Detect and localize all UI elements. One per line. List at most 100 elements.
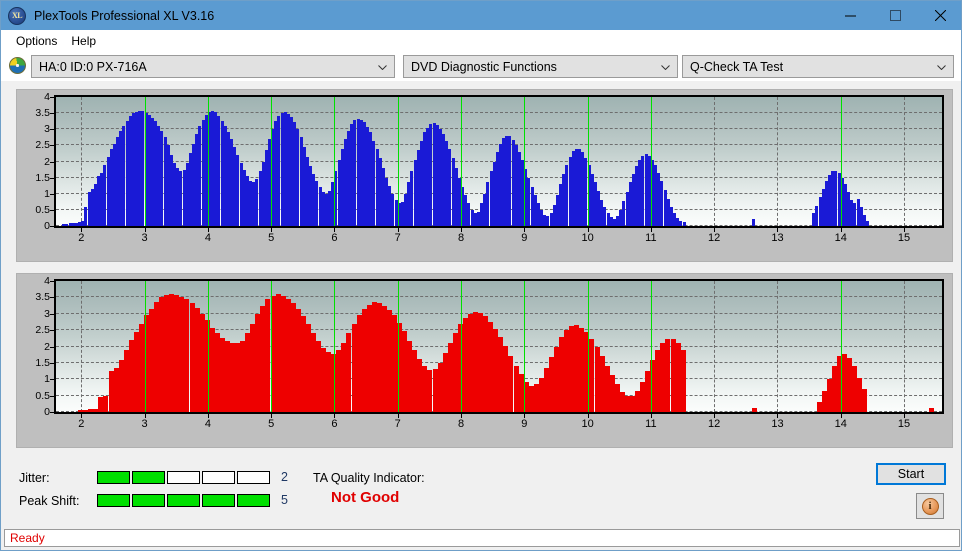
menu-bar: Options Help — [1, 30, 961, 52]
maximize-button[interactable] — [873, 1, 918, 30]
marker-line — [524, 97, 526, 226]
x-axis-tick-label: 5 — [268, 418, 275, 430]
marker-line — [524, 281, 526, 412]
chart-bar — [665, 339, 670, 412]
y-axis-tick-label: 0.5 — [35, 389, 50, 402]
chart-bar — [584, 158, 587, 226]
marker-line — [271, 281, 273, 412]
chart-bar — [834, 170, 837, 226]
chart-panel-top: 0 0.5 1 1.5 2 2.5 3 3.5 4 2 3 4 5 6 7 8 9 10 11 12 13 14 15 — [16, 89, 953, 262]
menu-item-options[interactable]: Options — [9, 32, 64, 50]
menu-item-help[interactable]: Help — [64, 32, 103, 50]
chart-bar — [752, 218, 755, 226]
meter-segment — [202, 494, 235, 507]
x-axis-tick — [650, 228, 652, 232]
y-axis-tick-label: 2.5 — [35, 324, 50, 337]
x-axis-tick — [397, 414, 399, 418]
chart-bar — [236, 155, 239, 226]
chart-bar — [679, 221, 682, 226]
x-axis-tick-label: 11 — [645, 418, 657, 430]
y-axis-tick — [50, 161, 54, 163]
y-axis-tick — [50, 412, 54, 413]
y-axis-tick-label: 3 — [44, 307, 50, 320]
x-axis-tick — [777, 228, 779, 232]
x-axis-tick — [840, 414, 842, 418]
meter-segment — [237, 494, 270, 507]
x-axis-tick-label: 2 — [78, 418, 85, 430]
chart-bar — [508, 136, 511, 226]
x-axis-tick — [587, 414, 589, 418]
y-axis-tick — [50, 362, 54, 364]
gridline-vertical — [777, 97, 779, 226]
test-select[interactable]: Q-Check TA Test — [682, 55, 954, 78]
function-select[interactable]: DVD Diagnostic Functions — [403, 55, 678, 78]
chart-bar — [622, 200, 625, 226]
x-axis-tick-label: 14 — [834, 418, 847, 430]
chart-bar — [527, 177, 530, 226]
x-axis-tick-label: 10 — [581, 418, 594, 430]
x-axis-tick-label: 4 — [204, 418, 211, 430]
peak-shift-meter — [97, 494, 272, 507]
status-bar: Ready — [4, 529, 960, 547]
meter-segment — [237, 471, 270, 484]
chart-bar — [141, 111, 144, 226]
chevron-down-icon — [937, 64, 946, 70]
x-axis-tick-label: 10 — [581, 232, 594, 244]
x-axis-tick-label: 2 — [78, 232, 85, 244]
x-axis-tick — [840, 228, 842, 232]
chart-bar — [603, 207, 606, 226]
gridline-vertical — [714, 97, 716, 226]
y-axis-tick-label: 0.5 — [35, 203, 50, 216]
chart-bar — [84, 206, 87, 226]
chart-bar — [346, 333, 351, 412]
y-axis-tick-label: 3 — [44, 123, 50, 136]
x-axis-tick — [461, 414, 463, 418]
x-axis-tick — [714, 414, 716, 418]
ta-test-chart-red: 0 0.5 1 1.5 2 2.5 3 3.5 4 2 3 4 5 6 7 8 9 10 11 12 13 14 15 — [17, 274, 952, 447]
chart-bar — [683, 222, 686, 226]
chart-bar — [103, 395, 108, 412]
gridline-horizontal — [56, 280, 942, 281]
x-axis-tick-label: 6 — [331, 418, 338, 430]
minimize-button[interactable] — [828, 1, 873, 30]
y-axis-tick-label: 1 — [44, 187, 50, 200]
x-axis-tick — [461, 228, 463, 232]
x-axis-tick — [334, 228, 336, 232]
close-button[interactable] — [918, 1, 961, 30]
drive-select[interactable]: HA:0 ID:0 PX-716A — [31, 55, 395, 78]
x-axis-tick — [271, 414, 273, 418]
jitter-value: 2 — [281, 470, 288, 484]
x-axis-tick — [524, 228, 526, 232]
meter-segment — [202, 471, 235, 484]
y-axis-tick — [50, 97, 54, 98]
meter-segment — [97, 494, 130, 507]
info-button[interactable]: i — [916, 493, 944, 519]
x-axis-tick — [271, 228, 273, 232]
gridline-vertical — [81, 281, 83, 412]
function-select-value: DVD Diagnostic Functions — [411, 59, 557, 74]
ta-quality-indicator-label: TA Quality Indicator: — [313, 471, 425, 485]
chart-bar — [277, 116, 280, 226]
chart-bar — [160, 130, 163, 226]
chart-bar — [198, 126, 201, 226]
marker-line — [334, 97, 336, 226]
chart-bar — [467, 203, 470, 226]
y-axis-tick-label: 2 — [44, 340, 50, 353]
marker-line — [650, 281, 652, 412]
x-axis-tick-label: 15 — [897, 232, 911, 244]
gridline-vertical — [904, 97, 906, 226]
disc-icon — [9, 57, 26, 74]
marker-line — [397, 281, 399, 412]
y-axis-tick — [50, 346, 54, 348]
x-axis-tick-label: 7 — [394, 232, 401, 244]
y-axis-tick-label: 3.5 — [35, 291, 50, 304]
start-button[interactable]: Start — [876, 463, 946, 485]
y-axis-tick-label: 0 — [44, 220, 50, 232]
y-axis-tick-label: 2.5 — [35, 139, 50, 152]
meter-segment — [132, 494, 165, 507]
y-axis-tick — [50, 145, 54, 147]
chart-bar — [815, 206, 818, 226]
plot-area — [54, 95, 944, 228]
y-axis-tick-label: 2 — [44, 155, 50, 168]
x-axis-tick-label: 13 — [771, 418, 784, 430]
